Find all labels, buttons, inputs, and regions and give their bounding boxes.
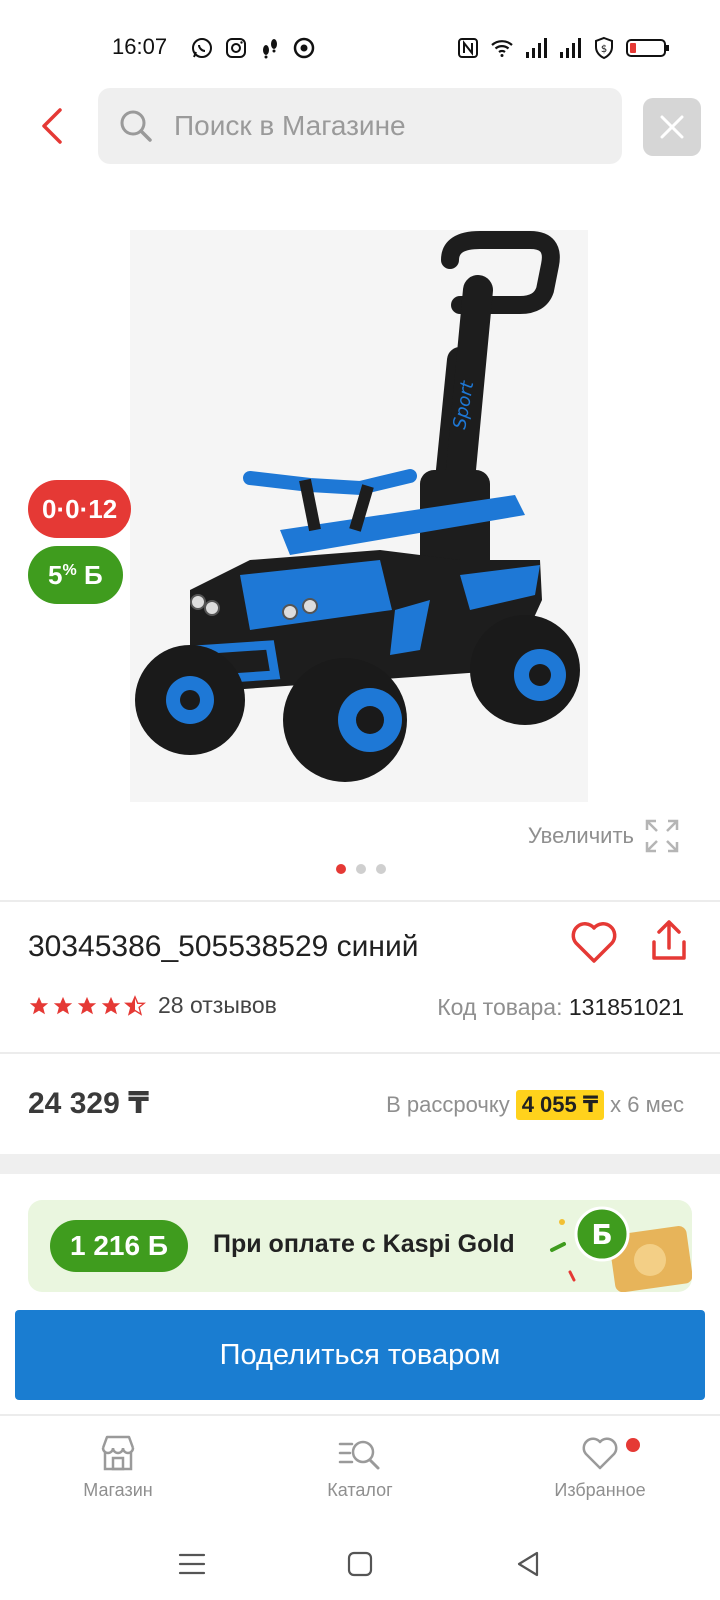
bonus-badge: 5% Б: [28, 546, 123, 604]
divider: [0, 1052, 720, 1054]
signal-icon: [560, 38, 581, 58]
kaspi-gold-banner[interactable]: 1 216 Б При оплате с Kaspi Gold Б: [28, 1200, 692, 1292]
pagination-dot[interactable]: [336, 864, 346, 874]
star-icon: [53, 996, 73, 1014]
product-price: 24 329 ₸: [28, 1087, 149, 1120]
rating-stars: [28, 994, 146, 1017]
svg-text:Б: Б: [591, 1218, 612, 1251]
chevron-left-icon: [42, 108, 62, 144]
bonus-badge-value: 5: [48, 559, 63, 590]
home-icon[interactable]: [344, 1548, 376, 1580]
installment-badge: 0·0·12: [28, 480, 132, 538]
bonus-badge-percent: %: [62, 562, 77, 579]
product-gallery[interactable]: Sport 0·0·12 5 % Б Увеличить: [0, 200, 720, 890]
rating-row[interactable]: 28 отзывов: [28, 992, 277, 1019]
nfc-icon: [458, 38, 478, 58]
bonus-badge-currency: Б: [83, 559, 103, 590]
nav-item-catalog[interactable]: Каталог: [280, 1432, 440, 1501]
pagination-dot[interactable]: [356, 864, 366, 874]
share-icon[interactable]: [646, 918, 692, 964]
notification-icons: [190, 36, 316, 60]
system-navigation-bar: [0, 1520, 720, 1600]
back-triangle-icon[interactable]: [512, 1548, 544, 1580]
wifi-icon: [491, 40, 513, 57]
installment-amount: 4 055 ₸: [515, 1090, 605, 1120]
kaspi-gold-card-icon: Б: [550, 1206, 692, 1292]
nav-item-favorites[interactable]: Избранное: [520, 1432, 680, 1501]
gallery-pagination: [336, 864, 386, 874]
catalog-search-icon: [338, 1440, 380, 1470]
bottom-navigation: Магазин Каталог Избранное: [0, 1414, 720, 1514]
quad-bike-illustration: Sport: [135, 231, 580, 782]
store-icon: [101, 1435, 135, 1471]
installment-info[interactable]: В рассрочку 4 055 ₸ х 6 мес: [386, 1090, 684, 1120]
installment-prefix: В рассрочку: [386, 1092, 510, 1117]
signal-icon: [526, 38, 547, 58]
expand-icon: [645, 819, 679, 853]
nav-label-catalog: Каталог: [327, 1480, 393, 1500]
nav-item-store[interactable]: Магазин: [38, 1432, 198, 1501]
notification-dot: [626, 1438, 640, 1452]
star-icon: [29, 996, 49, 1014]
product-code: Код товара: 131851021: [437, 994, 684, 1021]
nav-label-store: Магазин: [83, 1480, 153, 1500]
kaspi-gold-text: При оплате с Kaspi Gold: [213, 1230, 515, 1258]
close-icon: [660, 115, 684, 139]
close-button[interactable]: [643, 98, 701, 156]
search-icon: [120, 110, 152, 142]
status-time: 16:07: [112, 34, 168, 59]
section-separator: [0, 1154, 720, 1174]
chrome-icon: [293, 37, 315, 59]
battery-low-icon: [626, 39, 669, 57]
nav-label-favorites: Избранное: [554, 1480, 646, 1500]
zoom-label: Увеличить: [527, 823, 634, 848]
kaspi-gold-bonus: 1 216 Б: [50, 1220, 188, 1272]
menu-icon[interactable]: [176, 1548, 208, 1580]
share-product-button[interactable]: Поделиться товаром: [15, 1310, 705, 1400]
system-status-icons: $: [456, 36, 670, 60]
product-info: 30345386_505538529 синий 28 отзывов Код …: [0, 900, 720, 1050]
product-code-value: 131851021: [568, 994, 684, 1020]
zoom-button[interactable]: Увеличить: [528, 818, 680, 854]
reviews-count: 28 отзывов: [158, 992, 277, 1018]
search-box[interactable]: [98, 88, 622, 164]
pagination-dot[interactable]: [376, 864, 386, 874]
heart-icon: [582, 1437, 618, 1470]
product-code-label: Код товара:: [437, 994, 563, 1020]
svg-text:$: $: [601, 44, 607, 55]
shield-icon: $: [595, 36, 613, 60]
search-input[interactable]: [174, 110, 594, 142]
product-title: 30345386_505538529 синий: [28, 930, 419, 963]
product-image[interactable]: Sport: [130, 230, 588, 802]
star-icon: [101, 996, 121, 1014]
back-button[interactable]: [28, 102, 76, 150]
instagram-icon: [226, 38, 246, 58]
footsteps-icon: [263, 39, 277, 59]
star-half-icon: [124, 994, 146, 1016]
star-icon: [77, 996, 97, 1014]
status-bar: 16:07 $: [0, 0, 720, 80]
price-block: 24 329 ₸ В рассрочку 4 055 ₸ х 6 мес: [0, 1056, 720, 1156]
installment-suffix: х 6 мес: [610, 1092, 684, 1117]
favorite-heart-icon[interactable]: [568, 916, 620, 968]
whatsapp-icon: [192, 38, 212, 58]
top-bar: [0, 88, 720, 164]
